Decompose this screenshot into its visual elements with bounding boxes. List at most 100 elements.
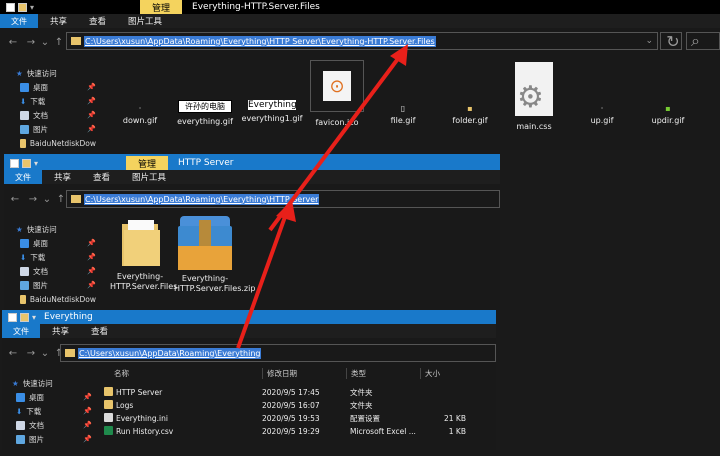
file-item[interactable]: ⚙ main.css xyxy=(506,62,562,131)
sidebar-item-quick-access[interactable]: ★ 快速访问 xyxy=(12,376,92,390)
star-icon: ★ xyxy=(16,224,23,234)
list-item[interactable]: Logs 2020/9/5 16:07 文件夹 xyxy=(102,399,496,412)
file-date: 2020/9/5 19:29 xyxy=(262,427,320,436)
forward-icon[interactable]: → xyxy=(22,37,40,48)
column-header-type[interactable]: 类型 xyxy=(346,368,366,379)
back-icon[interactable]: ← xyxy=(4,348,22,359)
properties-icon[interactable] xyxy=(10,158,19,168)
file-item[interactable]: ▪ folder.gif xyxy=(446,104,494,125)
title-bar[interactable]: ▾ 管理 Everything-HTTP.Server.Files xyxy=(0,0,720,14)
title-bar[interactable]: ▾ 管理 HTTP Server xyxy=(4,156,500,170)
recent-dropdown-icon[interactable]: ⌄ xyxy=(42,194,52,205)
tab-view[interactable]: 查看 xyxy=(80,324,119,338)
sidebar-item-pictures[interactable]: 图片 📌 xyxy=(12,432,92,446)
file-type: 文件夹 xyxy=(350,401,373,410)
sidebar-item-downloads[interactable]: ⬇ 下载 📌 xyxy=(12,404,92,418)
file-name: down.gif xyxy=(122,116,158,125)
title-bar[interactable]: ▾ Everything xyxy=(2,310,496,324)
list-item[interactable]: Run History.csv 2020/9/5 19:29 Microsoft… xyxy=(102,425,496,438)
manage-contextual-tab[interactable]: 管理 xyxy=(126,156,169,170)
tab-share[interactable]: 共享 xyxy=(39,14,78,28)
properties-icon[interactable] xyxy=(8,312,17,322)
sidebar-item-quick-access[interactable]: ★ 快速访问 xyxy=(16,66,96,80)
download-icon: ⬇ xyxy=(20,252,27,262)
sidebar-item-baidunetdisk[interactable]: BaiduNetdiskDow xyxy=(16,292,96,306)
address-path[interactable]: C:\Users\xusun\AppData\Roaming\Everythin… xyxy=(78,347,262,359)
sidebar-item-documents[interactable]: 文档 📌 xyxy=(12,418,92,432)
file-item[interactable]: 许孙的电脑 everything.gif xyxy=(172,100,238,126)
sidebar-item-quick-access[interactable]: ★ 快速访问 xyxy=(16,222,96,236)
document-icon xyxy=(20,110,29,120)
file-item[interactable]: Everything-HTTP.Server.Files.zip xyxy=(174,216,255,294)
quick-access-toolbar: ▾ xyxy=(4,156,44,170)
forward-icon[interactable]: → xyxy=(22,348,40,359)
properties-icon[interactable] xyxy=(6,2,15,12)
manage-contextual-tab[interactable]: 管理 xyxy=(140,0,183,14)
address-bar[interactable]: C:\Users\xusun\AppData\Roaming\Everythin… xyxy=(66,32,658,50)
tab-share[interactable]: 共享 xyxy=(41,324,80,338)
refresh-button[interactable]: ↻ xyxy=(660,32,682,51)
column-header-date[interactable]: 修改日期 xyxy=(262,368,297,379)
search-box[interactable]: ⌕ xyxy=(686,31,720,50)
sidebar-item-documents[interactable]: 文档 📌 xyxy=(16,264,96,278)
tab-picture-tools[interactable]: 图片工具 xyxy=(121,170,177,184)
sidebar-item-label: 文档 xyxy=(33,110,48,120)
tab-file[interactable]: 文件 xyxy=(2,324,40,338)
file-item[interactable]: ▪ updir.gif xyxy=(644,104,692,125)
address-dropdown-icon[interactable]: ⌄ xyxy=(645,36,653,46)
sidebar-item-downloads[interactable]: ⬇ 下载 📌 xyxy=(16,94,96,108)
new-folder-icon[interactable] xyxy=(22,158,31,168)
file-item[interactable]: Everything everything1.gif xyxy=(240,100,304,123)
sidebar-item-desktop[interactable]: 桌面 📌 xyxy=(16,236,96,250)
tab-file[interactable]: 文件 xyxy=(4,170,42,184)
sidebar-item-desktop[interactable]: 桌面 📌 xyxy=(12,390,92,404)
address-path[interactable]: C:\Users\xusun\AppData\Roaming\Everythin… xyxy=(84,193,320,205)
tab-file[interactable]: 文件 xyxy=(0,14,38,28)
sidebar-item-pictures[interactable]: 图片 📌 xyxy=(16,122,96,136)
file-date: 2020/9/5 17:45 xyxy=(262,388,320,397)
folder-icon xyxy=(71,195,81,203)
sidebar-item-pictures[interactable]: 图片 📌 xyxy=(16,278,96,292)
new-folder-icon[interactable] xyxy=(20,312,29,322)
new-folder-icon[interactable] xyxy=(18,2,27,12)
file-name: Everything.ini xyxy=(116,414,168,423)
address-path[interactable]: C:\Users\xusun\AppData\Roaming\Everythin… xyxy=(84,35,436,47)
customize-dropdown-icon[interactable]: ▾ xyxy=(32,313,36,322)
file-item[interactable]: · up.gif xyxy=(580,104,624,125)
sidebar-item-documents[interactable]: 文档 📌 xyxy=(16,108,96,122)
gif-icon: · xyxy=(138,104,142,113)
file-item-selected[interactable]: ⊙ favicon.ico xyxy=(306,60,368,127)
file-item[interactable]: ▯ file.gif xyxy=(380,104,426,125)
file-item[interactable]: · down.gif xyxy=(112,104,168,125)
sidebar-item-downloads[interactable]: ⬇ 下载 📌 xyxy=(16,250,96,264)
folder-icon: ▪ xyxy=(467,104,473,113)
sidebar-item-baidunetdisk[interactable]: BaiduNetdiskDow xyxy=(16,136,96,150)
list-item[interactable]: HTTP Server 2020/9/5 17:45 文件夹 xyxy=(102,386,496,399)
tab-view[interactable]: 查看 xyxy=(82,170,121,184)
column-header-size[interactable]: 大小 xyxy=(420,368,440,379)
forward-icon[interactable]: → xyxy=(24,194,42,205)
sidebar-item-desktop[interactable]: 桌面 📌 xyxy=(16,80,96,94)
tab-view[interactable]: 查看 xyxy=(78,14,117,28)
download-icon: ⬇ xyxy=(20,96,27,106)
download-icon: ⬇ xyxy=(16,406,23,416)
tab-picture-tools[interactable]: 图片工具 xyxy=(117,14,173,28)
file-name: Run History.csv xyxy=(116,427,174,436)
address-bar[interactable]: C:\Users\xusun\AppData\Roaming\Everythin… xyxy=(66,190,500,208)
customize-dropdown-icon[interactable]: ▾ xyxy=(34,159,38,168)
quick-access-toolbar: ▾ xyxy=(0,0,40,14)
file-item[interactable]: Everything-HTTP.Server.Files xyxy=(110,220,177,292)
ribbon-tabs: 文件 主页 共享 查看 图片工具 xyxy=(4,170,500,184)
column-header-name[interactable]: 名称 xyxy=(114,368,129,379)
navigation-pane: ★ 快速访问 桌面 📌 ⬇ 下载 📌 文档 📌 图片 📌 BaiduNetdiskDow xyxy=(16,222,96,306)
sidebar-item-label: 桌面 xyxy=(33,82,48,92)
back-icon[interactable]: ← xyxy=(6,194,24,205)
back-icon[interactable]: ← xyxy=(4,37,22,48)
tab-share[interactable]: 共享 xyxy=(43,170,82,184)
customize-dropdown-icon[interactable]: ▾ xyxy=(30,3,34,12)
list-item[interactable]: Everything.ini 2020/9/5 19:53 配置设置 21 KB xyxy=(102,412,496,425)
recent-dropdown-icon[interactable]: ⌄ xyxy=(40,348,50,359)
recent-dropdown-icon[interactable]: ⌄ xyxy=(40,37,50,48)
address-bar[interactable]: C:\Users\xusun\AppData\Roaming\Everythin… xyxy=(60,344,496,362)
pin-icon: 📌 xyxy=(83,393,92,401)
